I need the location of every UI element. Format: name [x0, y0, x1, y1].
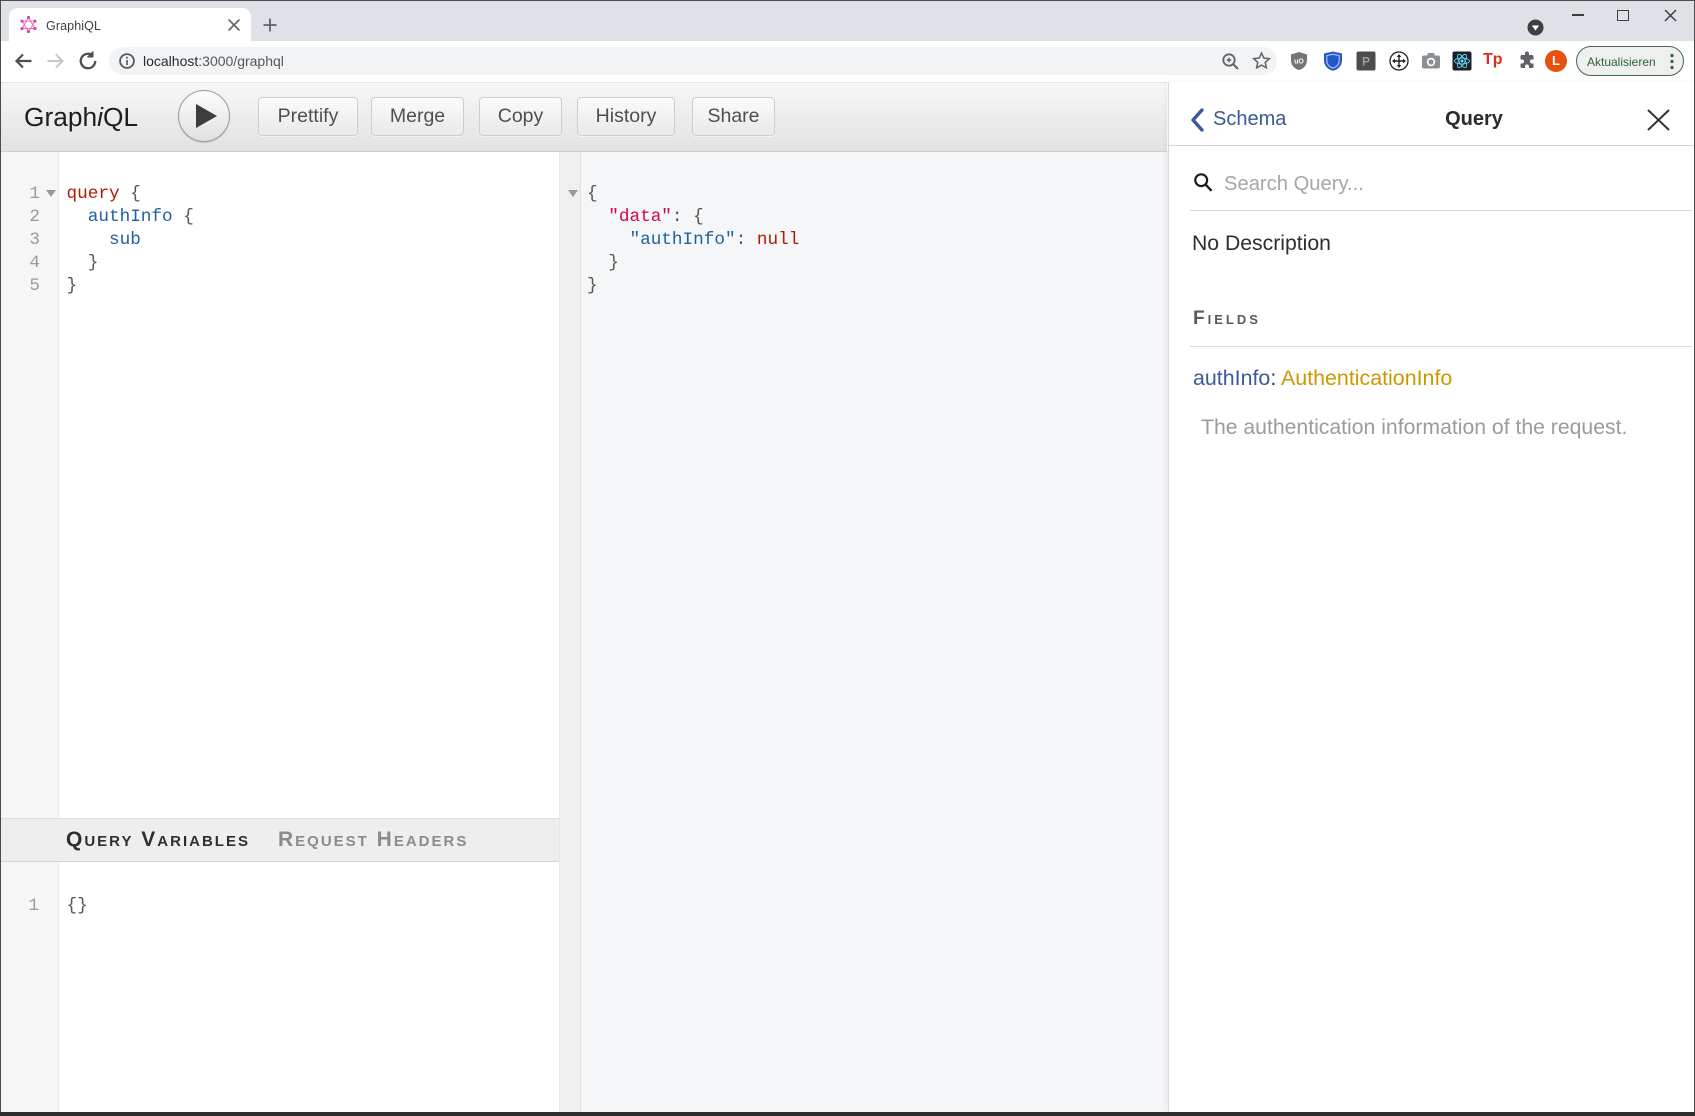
- svg-text:uO: uO: [1294, 59, 1304, 66]
- svg-text:P: P: [1362, 55, 1370, 69]
